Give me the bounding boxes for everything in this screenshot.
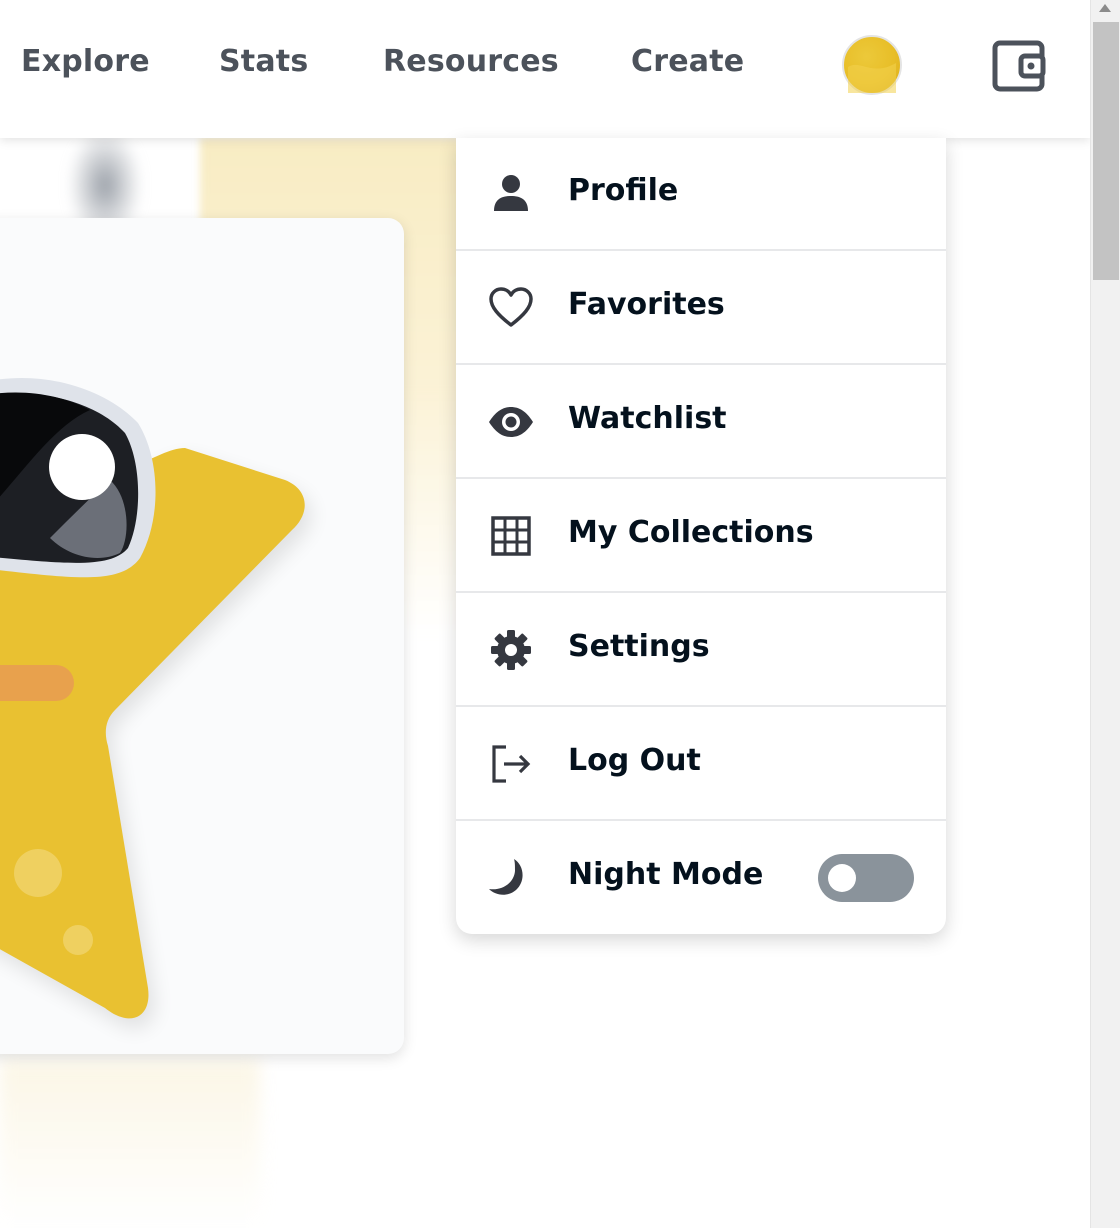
gear-icon	[491, 630, 531, 670]
page-viewport: Explore Stats Resources Create Profile F…	[0, 0, 1090, 1228]
menu-label-my-collections: My Collections	[568, 515, 814, 550]
moon-icon	[489, 859, 523, 895]
nft-card[interactable]	[0, 218, 404, 1054]
menu-label-profile: Profile	[568, 173, 679, 208]
menu-label-favorites: Favorites	[568, 287, 725, 322]
menu-label-log-out: Log Out	[568, 743, 701, 778]
profile-dropdown-menu: Profile Favorites Watchlist My Collectio…	[456, 138, 946, 934]
grid-icon	[491, 516, 531, 556]
logout-icon	[492, 745, 531, 783]
menu-label-night-mode: Night Mode	[568, 857, 764, 892]
nav-create-link[interactable]: Create	[631, 44, 744, 79]
heart-icon	[489, 287, 533, 327]
night-mode-toggle[interactable]	[818, 854, 914, 902]
wallet-icon[interactable]	[988, 36, 1048, 96]
nav-stats-link[interactable]: Stats	[219, 44, 308, 79]
menu-label-settings: Settings	[568, 629, 710, 664]
profile-avatar-button[interactable]	[842, 35, 902, 95]
eye-icon	[489, 407, 533, 437]
menu-item-favorites[interactable]: Favorites	[456, 252, 946, 365]
menu-label-watchlist: Watchlist	[568, 401, 727, 436]
menu-item-watchlist[interactable]: Watchlist	[456, 366, 946, 479]
toggle-knob	[828, 864, 856, 892]
menu-item-settings[interactable]: Settings	[456, 594, 946, 707]
menu-item-night-mode: Night Mode	[456, 822, 946, 934]
top-navigation-bar: Explore Stats Resources Create	[0, 0, 1090, 138]
scrollbar-thumb[interactable]	[1093, 22, 1119, 280]
menu-item-log-out[interactable]: Log Out	[456, 708, 946, 821]
menu-item-profile[interactable]: Profile	[456, 138, 946, 251]
avatar-wave-graphic	[848, 63, 896, 93]
person-icon	[494, 175, 528, 211]
vertical-scrollbar[interactable]	[1090, 0, 1120, 1228]
scroll-up-arrow-icon[interactable]	[1099, 4, 1111, 12]
background-blur-bottom	[0, 1060, 260, 1228]
nav-resources-link[interactable]: Resources	[383, 44, 559, 79]
star-mascot-image	[0, 377, 311, 1029]
nav-explore-link[interactable]: Explore	[21, 44, 150, 79]
menu-item-my-collections[interactable]: My Collections	[456, 480, 946, 593]
